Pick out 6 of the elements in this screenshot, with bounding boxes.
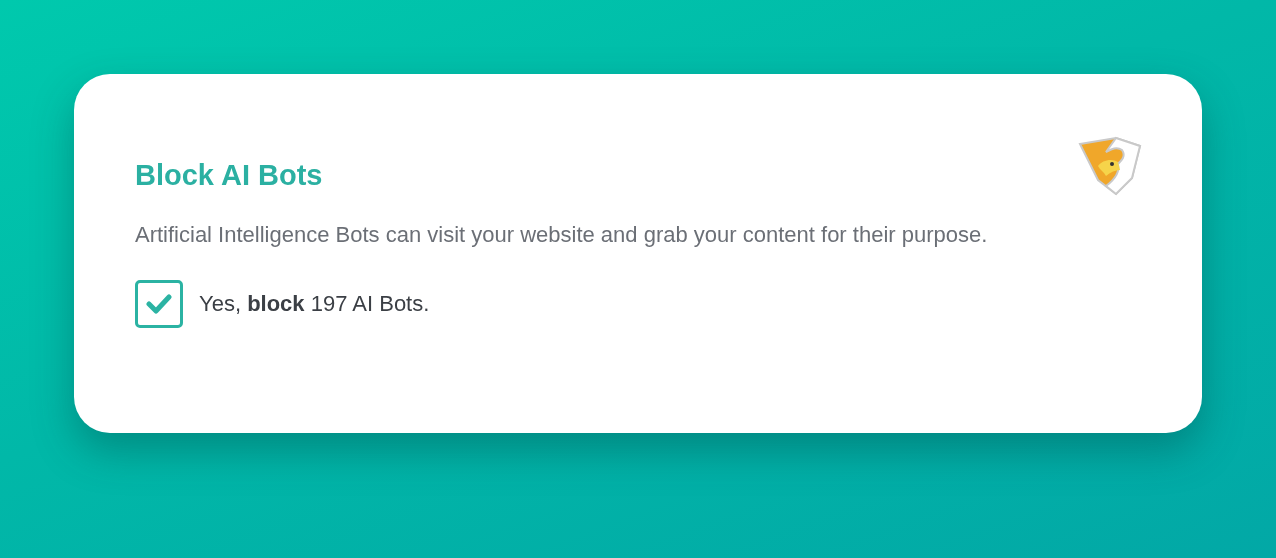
checkbox-label: Yes, block 197 AI Bots. — [199, 291, 430, 317]
eagle-shield-icon — [1076, 136, 1142, 196]
description: Artificial Intelligence Bots can visit your website and grab your content for their purpose. — [135, 221, 989, 249]
card-title: Block AI Bots — [135, 159, 323, 192]
checkbox[interactable] — [135, 280, 183, 328]
check-icon — [146, 294, 172, 314]
